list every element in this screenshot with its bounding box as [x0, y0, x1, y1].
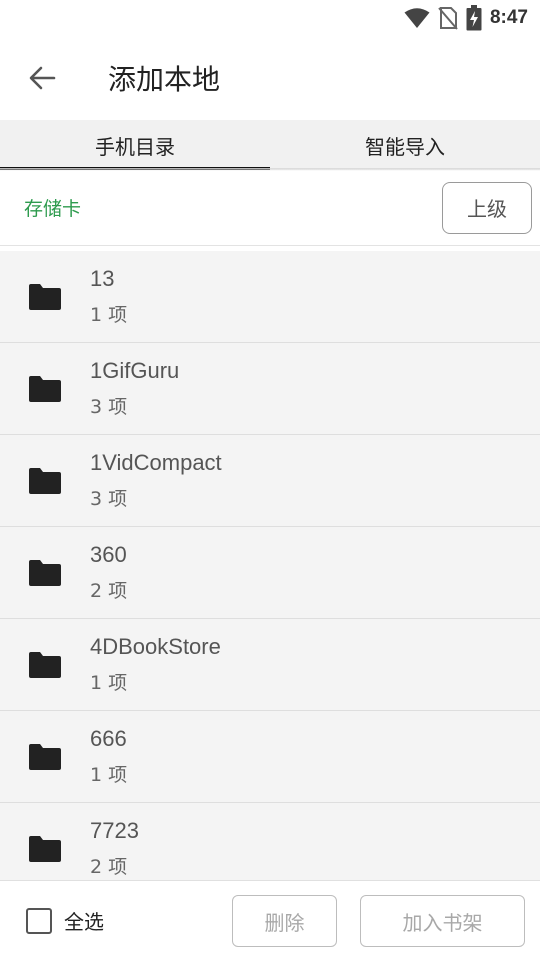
add-to-bookshelf-button[interactable]: 加入书架	[360, 895, 525, 947]
folder-name: 666	[90, 726, 127, 751]
list-item[interactable]: 666 1 项	[0, 711, 540, 803]
folder-name: 1VidCompact	[90, 450, 222, 475]
folder-name: 360	[90, 542, 127, 567]
list-item[interactable]: 7723 2 项	[0, 803, 540, 881]
folder-icon	[29, 375, 61, 402]
list-item[interactable]: 1GifGuru 3 项	[0, 343, 540, 435]
select-all-checkbox[interactable]	[26, 907, 52, 934]
folder-icon	[29, 835, 61, 862]
folder-name: 1GifGuru	[90, 358, 180, 383]
app-bar: 添加本地	[0, 36, 540, 120]
folder-item-count: 1 项	[90, 764, 128, 786]
folder-icon	[29, 559, 61, 586]
folder-icon	[29, 743, 61, 770]
folder-item-count: 1 项	[90, 304, 128, 326]
tab-phone-directory[interactable]: 手机目录	[0, 120, 270, 170]
status-time: 8:47	[489, 7, 528, 28]
list-item[interactable]: 1VidCompact 3 项	[0, 435, 540, 527]
folder-name: 7723	[90, 818, 139, 843]
battery-charging-icon	[466, 5, 482, 31]
folder-name: 4DBookStore	[90, 634, 221, 659]
folder-icon	[29, 283, 61, 310]
current-path[interactable]: 存储卡	[24, 194, 81, 221]
parent-directory-button[interactable]: 上级	[442, 181, 532, 234]
folder-item-count: 3 项	[90, 488, 128, 510]
list-item[interactable]: 13 1 项	[0, 251, 540, 343]
delete-button[interactable]: 删除	[232, 895, 337, 947]
list-item[interactable]: 4DBookStore 1 项	[0, 619, 540, 711]
folder-list[interactable]: 13 1 项 1GifGuru 3 项 1VidCompact 3 项 360 2 项 …	[0, 251, 540, 881]
arrow-left-icon	[29, 66, 56, 90]
page-title: 添加本地	[108, 63, 221, 96]
status-bar: 8:47	[0, 0, 540, 36]
wifi-icon	[404, 7, 430, 29]
no-sim-icon	[438, 6, 458, 30]
folder-item-count: 3 项	[90, 396, 128, 418]
bottom-action-bar: 全选 删除 加入书架	[0, 880, 540, 960]
folder-icon	[29, 467, 61, 494]
folder-item-count: 1 项	[90, 672, 128, 694]
folder-item-count: 2 项	[90, 856, 128, 878]
tab-smart-import[interactable]: 智能导入	[270, 120, 540, 170]
folder-item-count: 2 项	[90, 580, 128, 602]
tab-bar: 手机目录 智能导入	[0, 120, 540, 170]
back-button[interactable]	[0, 36, 84, 120]
list-item[interactable]: 360 2 项	[0, 527, 540, 619]
folder-name: 13	[90, 266, 115, 291]
select-all-label[interactable]: 全选	[64, 906, 104, 935]
folder-icon	[29, 651, 61, 678]
path-row: 存储卡 上级	[0, 170, 540, 246]
